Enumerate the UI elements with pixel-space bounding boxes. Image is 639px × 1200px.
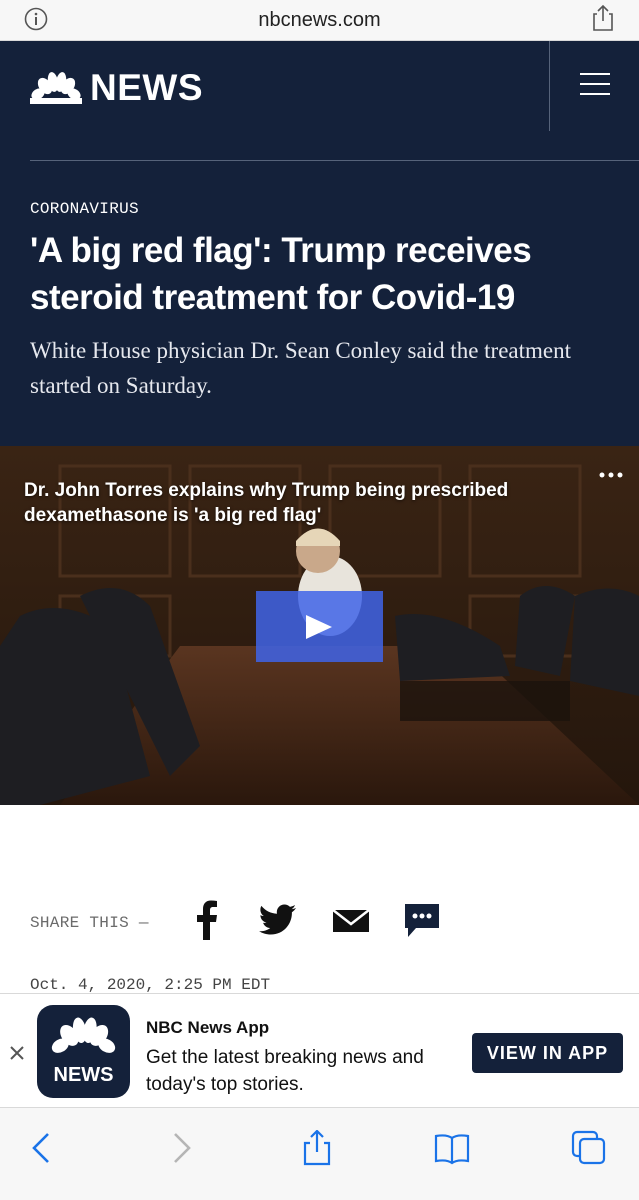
play-icon <box>306 615 332 639</box>
article-dek: White House physician Dr. Sean Conley sa… <box>30 338 572 398</box>
app-icon[interactable]: NEWS <box>37 1005 130 1098</box>
sms-icon[interactable] <box>404 900 440 940</box>
play-button[interactable] <box>256 591 383 662</box>
app-icon-text: NEWS <box>53 1064 114 1086</box>
app-download-banner: NEWS NBC News App Get the latest breakin… <box>0 993 639 1107</box>
bookmarks-icon[interactable] <box>434 1130 470 1166</box>
video-player[interactable]: Dr. John Torres explains why Trump being… <box>0 446 639 805</box>
tabs-icon[interactable] <box>571 1130 607 1166</box>
email-icon[interactable] <box>332 900 370 940</box>
url-text[interactable]: nbcnews.com <box>0 9 639 32</box>
hamburger-menu-icon[interactable] <box>580 73 610 99</box>
publish-date: Oct. 4, 2020, 2:25 PM EDT <box>30 976 271 994</box>
header-divider <box>549 41 550 131</box>
share-icon[interactable] <box>299 1130 335 1166</box>
peacock-icon <box>30 72 82 104</box>
share-label: SHARE THIS — <box>30 914 149 932</box>
browser-url-bar[interactable]: nbcnews.com <box>0 0 639 41</box>
site-header: NEWS <box>0 41 639 161</box>
video-title: Dr. John Torres explains why Trump being… <box>24 480 509 526</box>
view-in-app-button[interactable]: VIEW IN APP <box>472 1033 623 1073</box>
logo-text: NEWS <box>90 67 203 108</box>
app-description: Get the latest breaking news and today's… <box>146 1047 424 1095</box>
article-headline: 'A big red flag': Trump receives steroid… <box>30 231 532 317</box>
back-icon[interactable] <box>24 1130 60 1166</box>
article-hero: CORONAVIRUS 'A big red flag': Trump rece… <box>0 161 639 446</box>
category-label[interactable]: CORONAVIRUS <box>30 200 139 218</box>
close-icon[interactable] <box>8 1044 26 1062</box>
twitter-icon[interactable] <box>259 900 297 940</box>
browser-toolbar <box>0 1107 639 1200</box>
peacock-icon <box>51 1017 116 1053</box>
more-options-icon[interactable] <box>599 470 623 480</box>
facebook-icon[interactable] <box>196 900 218 940</box>
share-icon[interactable] <box>590 4 616 32</box>
app-name: NBC News App <box>146 1018 270 1037</box>
nbc-news-logo[interactable]: NEWS <box>30 67 203 108</box>
forward-icon[interactable] <box>163 1130 199 1166</box>
